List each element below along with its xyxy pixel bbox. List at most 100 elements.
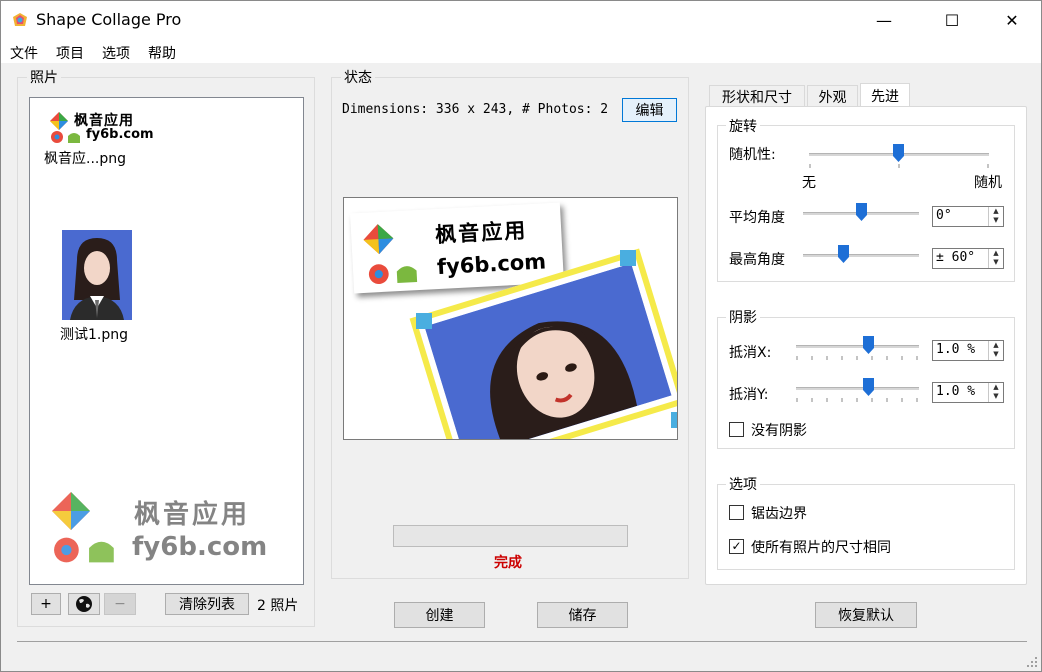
status-group-label: 状态	[341, 67, 375, 87]
tab-appearance[interactable]: 外观	[807, 85, 858, 108]
randomness-slider-ticks	[809, 164, 989, 168]
same-size-label: 使所有照片的尺寸相同	[751, 540, 891, 556]
spin-up-icon[interactable]: ▲	[989, 341, 1003, 350]
photo-thumbnail-portrait[interactable]	[62, 230, 132, 320]
title-bar[interactable]: Shape Collage Pro — ☐ ✕	[1, 1, 1041, 39]
corner-handle[interactable]	[671, 412, 677, 428]
offset-y-spinner[interactable]: 1.0 % ▲ ▼	[932, 382, 1004, 403]
options-group	[717, 484, 1015, 570]
spin-down-icon[interactable]: ▼	[989, 216, 1003, 225]
corner-handle[interactable]	[620, 250, 636, 266]
minimize-icon: —	[876, 10, 892, 30]
offset-x-label: 抵消X:	[729, 345, 772, 361]
avg-angle-slider-thumb[interactable]	[856, 203, 867, 221]
menu-bar: 文件 项目 选项 帮助	[1, 39, 1041, 63]
max-angle-label: 最高角度	[729, 252, 785, 268]
offset-y-slider-ticks	[796, 398, 918, 402]
watermark-text-cn: 枫音应用	[134, 500, 251, 530]
corner-handle[interactable]	[416, 313, 432, 329]
preview-logo-text-cn: 枫音应用	[434, 218, 528, 248]
randomness-slider-thumb[interactable]	[893, 144, 904, 162]
clear-list-button[interactable]: 清除列表	[165, 593, 249, 615]
preview-portrait-image	[424, 263, 672, 439]
watermark-chrome-android-icon	[54, 537, 114, 563]
offset-x-slider-track[interactable]	[796, 345, 919, 348]
max-angle-slider-track[interactable]	[803, 254, 919, 257]
app-logo-icon	[13, 13, 27, 26]
logo-text-domain: fy6b.com	[86, 127, 154, 142]
add-photo-button[interactable]: +	[31, 593, 61, 615]
preview-logo-text-domain: fy6b.com	[436, 249, 547, 280]
clear-list-label: 清除列表	[179, 597, 235, 613]
max-angle-spinner[interactable]: ± 60° ▲ ▼	[932, 248, 1004, 269]
dimensions-text: Dimensions: 336 x 243, # Photos: 2	[342, 102, 609, 117]
close-button[interactable]: ✕	[989, 1, 1035, 39]
edit-button[interactable]: 编辑	[622, 98, 677, 122]
no-shadow-checkbox[interactable]	[729, 422, 744, 437]
aliased-edges-checkbox[interactable]	[729, 505, 744, 520]
close-icon: ✕	[1005, 10, 1019, 30]
tab-shape-size[interactable]: 形状和尺寸	[709, 85, 805, 108]
spinner-arrows[interactable]: ▲ ▼	[988, 207, 1003, 226]
max-angle-slider-thumb[interactable]	[838, 245, 849, 263]
same-size-checkbox[interactable]: ✓	[729, 539, 744, 554]
resize-grip-icon[interactable]	[1025, 655, 1039, 669]
watermark: 枫音应用 fy6b.com	[52, 490, 292, 570]
randomness-min-label: 无	[802, 175, 816, 191]
spin-down-icon[interactable]: ▼	[989, 258, 1003, 267]
remove-photo-button[interactable]: −	[104, 593, 136, 615]
portrait-image	[62, 230, 132, 320]
offset-x-spinner[interactable]: 1.0 % ▲ ▼	[932, 340, 1004, 361]
no-shadow-label: 没有阴影	[751, 423, 807, 439]
tab-label: 外观	[818, 90, 847, 106]
reset-label: 恢复默认	[838, 608, 894, 624]
avg-angle-spinner[interactable]: 0° ▲ ▼	[932, 206, 1004, 227]
offset-y-label: 抵消Y:	[729, 387, 769, 403]
spinner-arrows[interactable]: ▲ ▼	[988, 341, 1003, 360]
aliased-edges-label: 锯齿边界	[751, 506, 807, 522]
spinner-arrows[interactable]: ▲ ▼	[988, 383, 1003, 402]
spinner-arrows[interactable]: ▲ ▼	[988, 249, 1003, 268]
menu-project[interactable]: 项目	[56, 43, 84, 63]
photo-thumbnail-logo[interactable]: 枫音应用 fy6b.com	[50, 110, 160, 146]
offset-y-slider-track[interactable]	[796, 387, 919, 390]
max-angle-value: ± 60°	[936, 250, 976, 265]
photo-name: 枫音应...png	[44, 151, 126, 167]
minus-icon: −	[114, 596, 126, 612]
spin-up-icon[interactable]: ▲	[989, 207, 1003, 216]
photo-count: 2 照片	[257, 598, 299, 614]
plus-icon: +	[40, 596, 52, 612]
save-button[interactable]: 储存	[537, 602, 628, 628]
reset-defaults-button[interactable]: 恢复默认	[815, 602, 917, 628]
preview-chrome-android-icon	[368, 264, 418, 285]
edit-label: 编辑	[635, 103, 664, 119]
menu-options[interactable]: 选项	[102, 43, 130, 63]
separator	[17, 641, 1027, 642]
create-button[interactable]: 创建	[394, 602, 485, 628]
menu-file[interactable]: 文件	[10, 43, 38, 63]
window-title: Shape Collage Pro	[36, 10, 182, 29]
checkmark-icon: ✓	[731, 539, 742, 553]
menu-help[interactable]: 帮助	[148, 43, 176, 63]
spin-up-icon[interactable]: ▲	[989, 249, 1003, 258]
tab-label: 先进	[871, 89, 899, 105]
collage-preview[interactable]: 枫音应用 fy6b.com	[343, 197, 678, 440]
watermark-diamond-icon	[52, 492, 90, 530]
shadow-group-label: 阴影	[726, 307, 760, 327]
watermark-text-domain: fy6b.com	[132, 532, 268, 562]
logo-chrome-android-icon	[51, 131, 80, 143]
tab-advanced[interactable]: 先进	[860, 83, 910, 108]
spin-up-icon[interactable]: ▲	[989, 383, 1003, 392]
spin-down-icon[interactable]: ▼	[989, 392, 1003, 401]
status-done-text: 完成	[494, 555, 522, 571]
minimize-button[interactable]: —	[861, 1, 907, 39]
maximize-icon: ☐	[944, 10, 960, 30]
add-from-web-button[interactable]	[68, 593, 100, 615]
logo-diamond-icon	[50, 112, 68, 130]
spin-down-icon[interactable]: ▼	[989, 350, 1003, 359]
preview-diamond-icon	[363, 224, 394, 255]
photo-list[interactable]: 枫音应用 fy6b.com 枫音应...png 测试1.png 枫音应用 fy6…	[29, 97, 304, 585]
maximize-button[interactable]: ☐	[929, 1, 975, 39]
offset-y-slider-thumb[interactable]	[863, 378, 874, 396]
offset-x-slider-thumb[interactable]	[863, 336, 874, 354]
